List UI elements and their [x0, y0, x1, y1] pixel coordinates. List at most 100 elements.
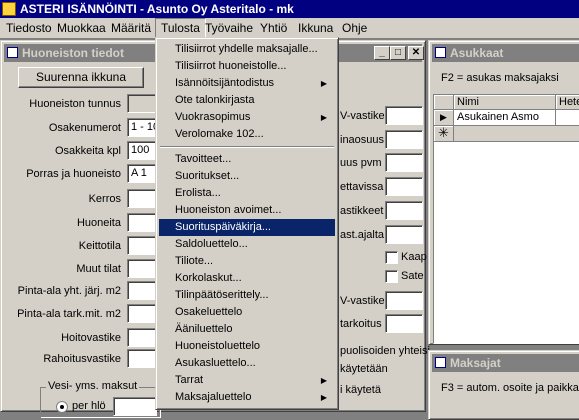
menu-item-asukasluettelo[interactable]: Asukasluettelo... [159, 355, 335, 372]
menu-item-vuokrasopimus[interactable]: Vuokrasopimus ▶ [159, 109, 335, 126]
field-hoitovastike[interactable] [127, 328, 157, 347]
menu-item-ote-talonkirjasta[interactable]: Ote talonkirjasta [159, 92, 335, 109]
menu-item-maksajaluettelo[interactable]: Maksajaluettelo ▶ [159, 389, 335, 406]
field-tunnus[interactable] [127, 94, 157, 113]
field-rahoitusvastike[interactable] [127, 349, 157, 368]
field-porras[interactable]: A 1 [127, 164, 157, 183]
menu-ikkuna[interactable]: Ikkuna [293, 19, 338, 37]
minimize-button[interactable]: _ [374, 46, 390, 60]
field-kerros[interactable] [127, 189, 157, 208]
menu-muokkaa[interactable]: Muokkaa [52, 19, 111, 37]
field-r2[interactable] [385, 130, 423, 149]
field-r7[interactable] [385, 291, 423, 310]
field-osakkeita[interactable]: 100 [127, 141, 157, 160]
checkbox-kaap[interactable] [385, 251, 398, 264]
field-r8[interactable] [385, 314, 423, 333]
submenu-arrow-icon: ▶ [320, 79, 327, 88]
field-r6[interactable] [385, 225, 423, 244]
window-icon [435, 357, 446, 368]
field-r3[interactable] [385, 153, 423, 172]
menu-item-tilisiirrot-huoneistolle[interactable]: Tilisiirrot huoneistolle... [159, 58, 335, 75]
label-kerros: Kerros [88, 193, 121, 205]
field-r5[interactable] [385, 201, 423, 220]
label-porras: Porras ja huoneisto [26, 168, 121, 180]
app-title: ASTERI ISÄNNÖINTI - Asunto Oy Asteritalo… [20, 2, 294, 16]
label-pinta-ala-jarj: Pinta-ala yht. järj. m2 [17, 285, 121, 297]
menu-item-suorituspaivakirja[interactable]: Suorituspäiväkirja... [159, 219, 335, 236]
menu-item-tarrat[interactable]: Tarrat ▶ [159, 372, 335, 389]
label-pinta-ala-tark: Pinta-ala tark.mit. m2 [17, 308, 121, 320]
label-r-tarkoitus: tarkoitus [340, 318, 382, 330]
grid-corner [434, 95, 454, 110]
menu-item-suoritukset[interactable]: Suoritukset... [159, 168, 335, 185]
menu-item-tavoitteet[interactable]: Tavoitteet... [159, 151, 335, 168]
label-muut-tilat: Muut tilat [76, 263, 121, 275]
field-huoneita[interactable] [127, 213, 157, 232]
submenu-arrow-icon: ▶ [320, 113, 327, 122]
menu-item-label: Vuokrasopimus [175, 111, 251, 123]
label-r-vvastike-2: V-vastike [340, 295, 385, 307]
menu-yhtio[interactable]: Yhtiö [255, 19, 292, 37]
checkbox-kaap-label: Kaap [401, 251, 427, 263]
menu-maarita[interactable]: Määritä [106, 19, 156, 37]
field-muut-tilat[interactable] [127, 259, 157, 278]
label-r-vvastike-1: V-vastike [340, 110, 385, 122]
label-r-kaytetaan: käytetään [340, 363, 388, 375]
menu-tulosta[interactable]: Tulosta [155, 18, 206, 38]
radio-per-hlo[interactable] [56, 401, 68, 413]
maksajat-titlebar: Maksajat [432, 354, 579, 372]
maksajat-hint: F3 = autom. osoite ja paikka [441, 382, 579, 394]
field-keittotila[interactable] [127, 236, 157, 255]
menu-item-erolista[interactable]: Erolista... [159, 185, 335, 202]
menu-item-huoneistoluettelo[interactable]: Huoneistoluettelo [159, 338, 335, 355]
menu-ohje[interactable]: Ohje [337, 19, 372, 37]
menu-item-saldoluettelo[interactable]: Saldoluettelo... [159, 236, 335, 253]
maximize-button[interactable]: □ [390, 46, 406, 60]
asukkaat-titlebar: Asukkaat [432, 44, 579, 62]
field-r1[interactable] [385, 106, 423, 125]
menu-item-tilisiirrot-maksajalle[interactable]: Tilisiirrot yhdelle maksajalle... [159, 41, 335, 58]
tulosta-dropdown: Tilisiirrot yhdelle maksajalle... Tilisi… [155, 37, 339, 410]
menu-item-aaniluettelo[interactable]: Ääniluettelo [159, 321, 335, 338]
asukkaat-grid: Nimi Hete ▶ Asukainen Asmo ✳ [433, 94, 579, 344]
cell-hete[interactable] [556, 110, 579, 126]
col-nimi[interactable]: Nimi [454, 95, 556, 110]
label-r-puolisoiden: puolisoiden yhteisi [340, 345, 430, 357]
label-r-ettavissa: ettavissa [340, 181, 384, 193]
menu-item-tilinpaatoserittely[interactable]: Tilinpäätöserittely... [159, 287, 335, 304]
cell-nimi[interactable]: Asukainen Asmo [454, 110, 556, 126]
menu-item-verolomake[interactable]: Verolomake 102... [159, 126, 335, 143]
menu-item-osakeluettelo[interactable]: Osakeluettelo [159, 304, 335, 321]
menu-item-label: Isännöitsijäntodistus [175, 77, 275, 89]
app-titlebar: ASTERI ISÄNNÖINTI - Asunto Oy Asteritalo… [0, 0, 579, 18]
field-pinta-ala-tark[interactable] [127, 304, 157, 323]
new-row-asterisk-icon: ✳ [434, 126, 454, 142]
menu-item-isannoitsijantodistus[interactable]: Isännöitsijäntodistus ▶ [159, 75, 335, 92]
field-osakenumerot[interactable]: 1 - 10 [127, 118, 157, 137]
radio-per-hlo-label: per hlö [72, 400, 106, 412]
checkbox-sate-label: Sate [401, 270, 424, 282]
asukkaat-title: Asukkaat [450, 46, 504, 60]
label-osakenumerot: Osakenumerot [48, 122, 121, 134]
maksajat-title: Maksajat [450, 356, 501, 370]
new-row[interactable] [454, 126, 579, 142]
window-icon [7, 47, 18, 58]
field-pinta-ala-jarj[interactable] [127, 281, 157, 300]
huoneisto-title: Huoneiston tiedot [22, 46, 124, 60]
menu-tiedosto[interactable]: Tiedosto [1, 19, 57, 37]
field-r4[interactable] [385, 177, 423, 196]
menu-item-tiliote[interactable]: Tiliote... [159, 253, 335, 270]
vesi-maksut-title: Vesi- yms. maksut [46, 380, 140, 392]
field-vesi[interactable] [113, 397, 157, 416]
close-button[interactable]: ✕ [408, 46, 424, 60]
label-osakkeita: Osakkeita kpl [54, 145, 121, 157]
checkbox-sate[interactable] [385, 270, 398, 283]
menu-item-huoneiston-avoimet[interactable]: Huoneiston avoimet... [159, 202, 335, 219]
menu-item-label: Maksajaluettelo [175, 391, 252, 403]
menu-tyovaihe[interactable]: Työvaihe [200, 19, 258, 37]
window-icon [435, 47, 446, 58]
col-hete[interactable]: Hete [556, 95, 579, 110]
menu-item-korkolaskut[interactable]: Korkolaskut... [159, 270, 335, 287]
enlarge-window-button[interactable]: Suurenna ikkuna [18, 67, 144, 88]
label-r-astikkeet: astikkeet [340, 205, 384, 217]
